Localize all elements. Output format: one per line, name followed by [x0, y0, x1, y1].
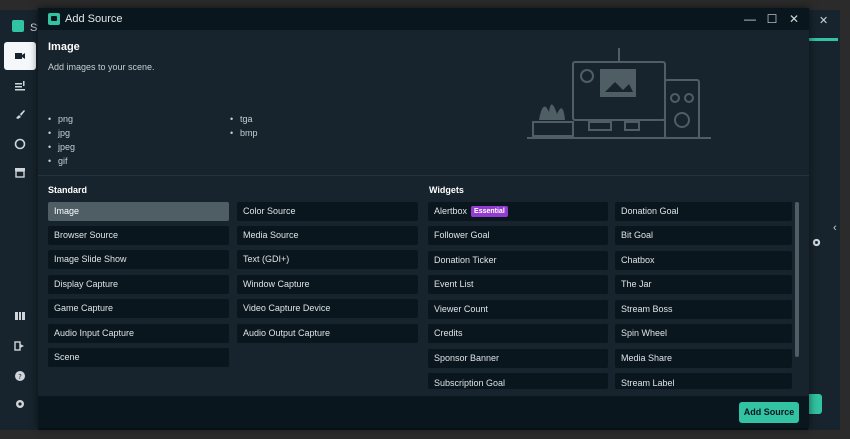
- widget-event-list[interactable]: Event List: [428, 275, 608, 294]
- columns-icon: [15, 312, 25, 320]
- background-window-close-icon: ✕: [819, 15, 829, 27]
- source-image[interactable]: Image: [48, 202, 229, 221]
- essential-badge: Essential: [471, 206, 508, 217]
- dialog-titlebar: Add Source — ☐ ✕: [38, 8, 809, 30]
- sidebar-themes-button[interactable]: [4, 100, 36, 128]
- sidebar-help-button[interactable]: ?: [4, 362, 36, 390]
- sidebar-settings-button[interactable]: [4, 390, 36, 418]
- widget-sponsor-banner[interactable]: Sponsor Banner: [428, 349, 608, 368]
- source-image-slide-show[interactable]: Image Slide Show: [48, 250, 229, 269]
- camera-icon: [15, 53, 25, 59]
- source-title: Image: [48, 41, 80, 53]
- format-list-left: png jpg jpeg gif: [48, 112, 75, 168]
- background-sidebar: ?: [0, 38, 38, 430]
- standard-heading: Standard: [48, 185, 88, 195]
- widget-follower-goal[interactable]: Follower Goal: [428, 226, 608, 245]
- source-game-capture[interactable]: Game Capture: [48, 299, 229, 318]
- widget-credits[interactable]: Credits: [428, 324, 608, 343]
- widgets-scrollbar[interactable]: [795, 202, 799, 357]
- sidebar-store-button[interactable]: [4, 158, 36, 186]
- close-button[interactable]: ✕: [786, 11, 802, 27]
- minimize-button[interactable]: —: [742, 11, 758, 27]
- widgets-heading: Widgets: [429, 185, 464, 195]
- format-list-right: tga bmp: [230, 112, 258, 140]
- widget-viewer-count[interactable]: Viewer Count: [428, 300, 608, 319]
- image-source-illustration: [527, 48, 711, 139]
- widget-alertbox-label: Alertbox: [434, 206, 468, 216]
- sidebar-queue-button[interactable]: [4, 72, 36, 100]
- sidebar-chat-button[interactable]: [4, 130, 36, 158]
- source-audio-output-capture[interactable]: Audio Output Capture: [237, 324, 418, 343]
- format-item: jpg: [48, 126, 75, 140]
- source-scene[interactable]: Scene: [48, 348, 229, 367]
- add-source-dialog: Add Source — ☐ ✕ Image Add images to you…: [38, 8, 809, 428]
- chevron-left-icon[interactable]: ‹: [833, 222, 837, 234]
- background-gear-icon[interactable]: [811, 235, 822, 253]
- section-divider: [38, 175, 809, 176]
- sidebar-studio-mode-button[interactable]: [4, 302, 36, 330]
- source-color[interactable]: Color Source: [237, 202, 418, 221]
- source-video-capture-device[interactable]: Video Capture Device: [237, 299, 418, 318]
- format-item: jpeg: [48, 140, 75, 154]
- source-media[interactable]: Media Source: [237, 226, 418, 245]
- sidebar-editor-button[interactable]: [4, 42, 36, 70]
- maximize-button[interactable]: ☐: [764, 11, 780, 27]
- accent-bar: [808, 38, 838, 41]
- paint-brush-icon: [16, 110, 25, 119]
- svg-text:?: ?: [18, 373, 22, 381]
- source-window-capture[interactable]: Window Capture: [237, 275, 418, 294]
- widget-bit-goal[interactable]: Bit Goal: [615, 226, 792, 245]
- widget-donation-goal[interactable]: Donation Goal: [615, 202, 792, 221]
- widget-spin-wheel[interactable]: Spin Wheel: [615, 324, 792, 343]
- source-display-capture[interactable]: Display Capture: [48, 275, 229, 294]
- dialog-title: Add Source: [65, 13, 123, 25]
- widget-chatbox[interactable]: Chatbox: [615, 251, 792, 270]
- app-logo-icon: [48, 13, 60, 25]
- background-green-button[interactable]: [808, 394, 822, 414]
- source-description: Add images to your scene.: [48, 62, 155, 72]
- chat-icon: [14, 138, 26, 150]
- sign-out-icon: [14, 341, 24, 351]
- widget-stream-boss[interactable]: Stream Boss: [615, 300, 792, 319]
- list-add-icon: [15, 81, 25, 91]
- format-item: bmp: [230, 126, 258, 140]
- add-source-button[interactable]: Add Source: [739, 402, 799, 423]
- widget-alertbox[interactable]: Alertbox Essential: [428, 202, 608, 221]
- widget-media-share[interactable]: Media Share: [615, 349, 792, 368]
- help-icon: ?: [15, 371, 25, 381]
- store-icon: [15, 168, 25, 178]
- sidebar-logout-button[interactable]: [4, 332, 36, 360]
- format-item: gif: [48, 154, 75, 168]
- source-text-gdi[interactable]: Text (GDI+): [237, 250, 418, 269]
- widget-donation-ticker[interactable]: Donation Ticker: [428, 251, 608, 270]
- format-item: png: [48, 112, 75, 126]
- format-item: tga: [230, 112, 258, 126]
- app-logo-icon: [12, 20, 24, 32]
- widget-the-jar[interactable]: The Jar: [615, 275, 792, 294]
- widget-subscription-goal[interactable]: Subscription Goal: [428, 373, 608, 389]
- dialog-footer: [38, 396, 809, 428]
- widget-stream-label[interactable]: Stream Label: [615, 373, 792, 389]
- source-browser[interactable]: Browser Source: [48, 226, 229, 245]
- source-audio-input-capture[interactable]: Audio Input Capture: [48, 324, 229, 343]
- background-right-panel: [808, 38, 840, 430]
- gear-icon: [16, 400, 24, 408]
